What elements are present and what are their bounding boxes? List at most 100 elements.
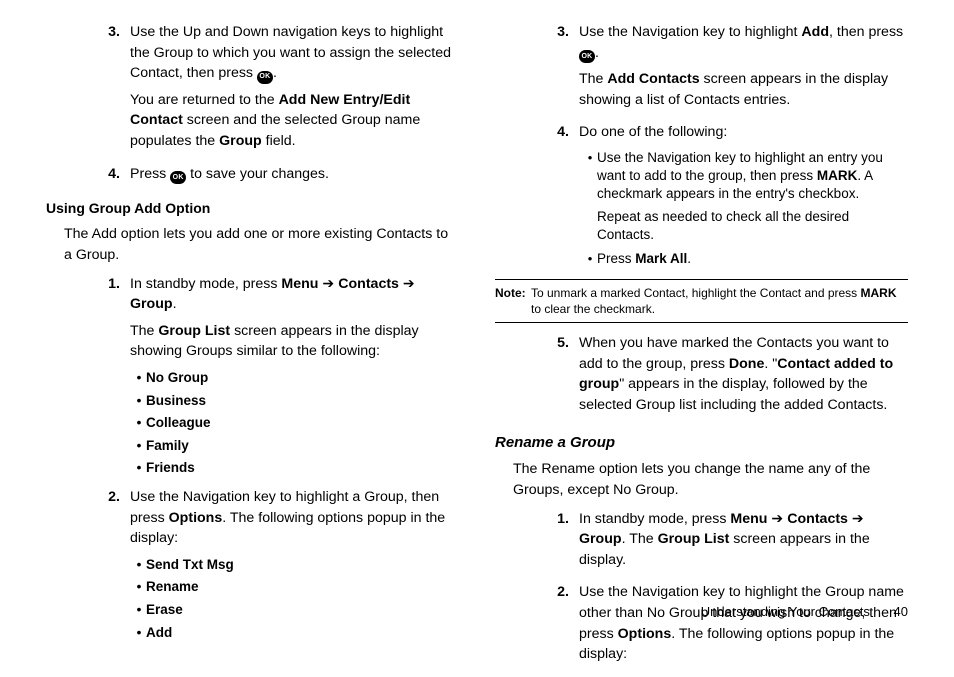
step-1: 1. In standby mode, press Menu ➔ Contact… <box>545 509 908 577</box>
list-label: Friends <box>146 458 459 479</box>
step-number: 4. <box>545 122 569 271</box>
text: to save your changes. <box>186 166 329 182</box>
text: . " <box>764 356 777 372</box>
text: field. <box>262 133 296 149</box>
text: Use the Navigation key to highlight <box>579 24 801 40</box>
step-number: 1. <box>96 274 120 481</box>
list-label: Send Txt Msg <box>146 555 459 576</box>
text: Use the Up and Down navigation keys to h… <box>130 24 451 81</box>
ok-icon: OK <box>579 50 595 63</box>
step-body: Do one of the following: • Use the Navig… <box>579 122 908 271</box>
bold-text: Group <box>219 133 262 149</box>
bullet-dot: • <box>132 436 146 457</box>
list-item: •Friends <box>132 458 459 479</box>
arrow-icon: ➔ <box>318 276 338 292</box>
heading-rename-group: Rename a Group <box>495 432 908 454</box>
ok-icon: OK <box>170 171 186 184</box>
step-3: 3. Use the Navigation key to highlight A… <box>545 22 908 116</box>
text: You are returned to the <box>130 92 279 108</box>
text: " appears in the display, followed by th… <box>579 376 887 413</box>
bold-text: MARK <box>817 168 858 183</box>
text: To unmark a marked Contact, highlight th… <box>531 286 861 300</box>
list-item: •Erase <box>132 600 459 621</box>
bold-text: Group <box>579 531 622 547</box>
list-item: •Rename <box>132 577 459 598</box>
bullet-dot: • <box>132 458 146 479</box>
bold-text: Menu <box>730 511 767 527</box>
list-label: No Group <box>146 368 459 389</box>
bold-text: Group List <box>658 531 730 547</box>
bullet-text: Press Mark All. <box>597 250 908 269</box>
text: . The <box>622 531 658 547</box>
note-label: Note: <box>495 285 531 317</box>
heading-using-group-add: Using Group Add Option <box>46 198 459 218</box>
intro-text: The Rename option lets you change the na… <box>513 459 908 500</box>
step-4: 4. Do one of the following: • Use the Na… <box>545 122 908 271</box>
left-column: 3. Use the Up and Down navigation keys t… <box>46 22 459 677</box>
bullet-dot: • <box>583 250 597 269</box>
bold-text: MARK <box>861 286 897 300</box>
list-item: •No Group <box>132 368 459 389</box>
step-5: 5. When you have marked the Contacts you… <box>545 333 908 421</box>
section-title: Understanding Your Contacts <box>701 604 870 619</box>
step-4: 4. Press OK to save your changes. <box>96 164 459 191</box>
arrow-icon: ➔ <box>399 276 415 292</box>
list-item: •Send Txt Msg <box>132 555 459 576</box>
text: Do one of the following: <box>579 122 908 143</box>
bullet-dot: • <box>132 368 146 389</box>
text: Press <box>130 166 170 182</box>
step-number: 2. <box>96 487 120 645</box>
sub-bullet-list: • Use the Navigation key to highlight an… <box>583 149 908 269</box>
two-column-layout: 3. Use the Up and Down navigation keys t… <box>46 22 908 677</box>
step-number: 4. <box>96 164 120 191</box>
list-label: Business <box>146 391 459 412</box>
step-body: Use the Navigation key to highlight the … <box>579 582 908 670</box>
text: , then press <box>829 24 903 40</box>
bullet-text: Use the Navigation key to highlight an e… <box>597 149 908 248</box>
bold-text: Menu <box>281 276 318 292</box>
step-number: 2. <box>545 582 569 670</box>
bullet-dot: • <box>132 577 146 598</box>
right-column: 3. Use the Navigation key to highlight A… <box>495 22 908 677</box>
bold-text: Group List <box>158 323 230 339</box>
bullet-dot: • <box>132 623 146 644</box>
bold-text: Options <box>169 510 223 526</box>
arrow-icon: ➔ <box>848 511 864 527</box>
step-body: Use the Navigation key to highlight a Gr… <box>130 487 459 645</box>
text: . <box>595 45 599 61</box>
list-label: Add <box>146 623 459 644</box>
step-number: 1. <box>545 509 569 577</box>
text: The <box>130 323 158 339</box>
text: In standby mode, press <box>579 511 730 527</box>
text: Press <box>597 251 635 266</box>
list-item: •Family <box>132 436 459 457</box>
page-footer: Understanding Your Contacts 40 <box>701 603 908 622</box>
list-label: Erase <box>146 600 459 621</box>
step-3: 3. Use the Up and Down navigation keys t… <box>96 22 459 158</box>
note-text: To unmark a marked Contact, highlight th… <box>531 285 908 317</box>
step-number: 3. <box>545 22 569 116</box>
group-list: •No Group •Business •Colleague •Family •… <box>132 368 459 479</box>
step-body: When you have marked the Contacts you wa… <box>579 333 908 421</box>
text: . <box>687 251 691 266</box>
list-item: •Add <box>132 623 459 644</box>
bullet-dot: • <box>132 600 146 621</box>
step-2: 2. Use the Navigation key to highlight a… <box>96 487 459 645</box>
step-number: 5. <box>545 333 569 421</box>
bullet-dot: • <box>583 149 597 248</box>
text: . <box>173 296 177 312</box>
step-body: Press OK to save your changes. <box>130 164 459 191</box>
text: The <box>579 71 607 87</box>
list-label: Family <box>146 436 459 457</box>
list-item: • Use the Navigation key to highlight an… <box>583 149 908 248</box>
list-item: • Press Mark All. <box>583 250 908 269</box>
list-label: Rename <box>146 577 459 598</box>
step-body: Use the Navigation key to highlight Add,… <box>579 22 908 116</box>
intro-text: The Add option lets you add one or more … <box>64 224 459 265</box>
text: Repeat as needed to check all the desire… <box>597 208 908 244</box>
arrow-icon: ➔ <box>767 511 787 527</box>
bold-text: Done <box>729 356 764 372</box>
step-number: 3. <box>96 22 120 158</box>
bold-text: Add Contacts <box>607 71 699 87</box>
list-item: •Business <box>132 391 459 412</box>
